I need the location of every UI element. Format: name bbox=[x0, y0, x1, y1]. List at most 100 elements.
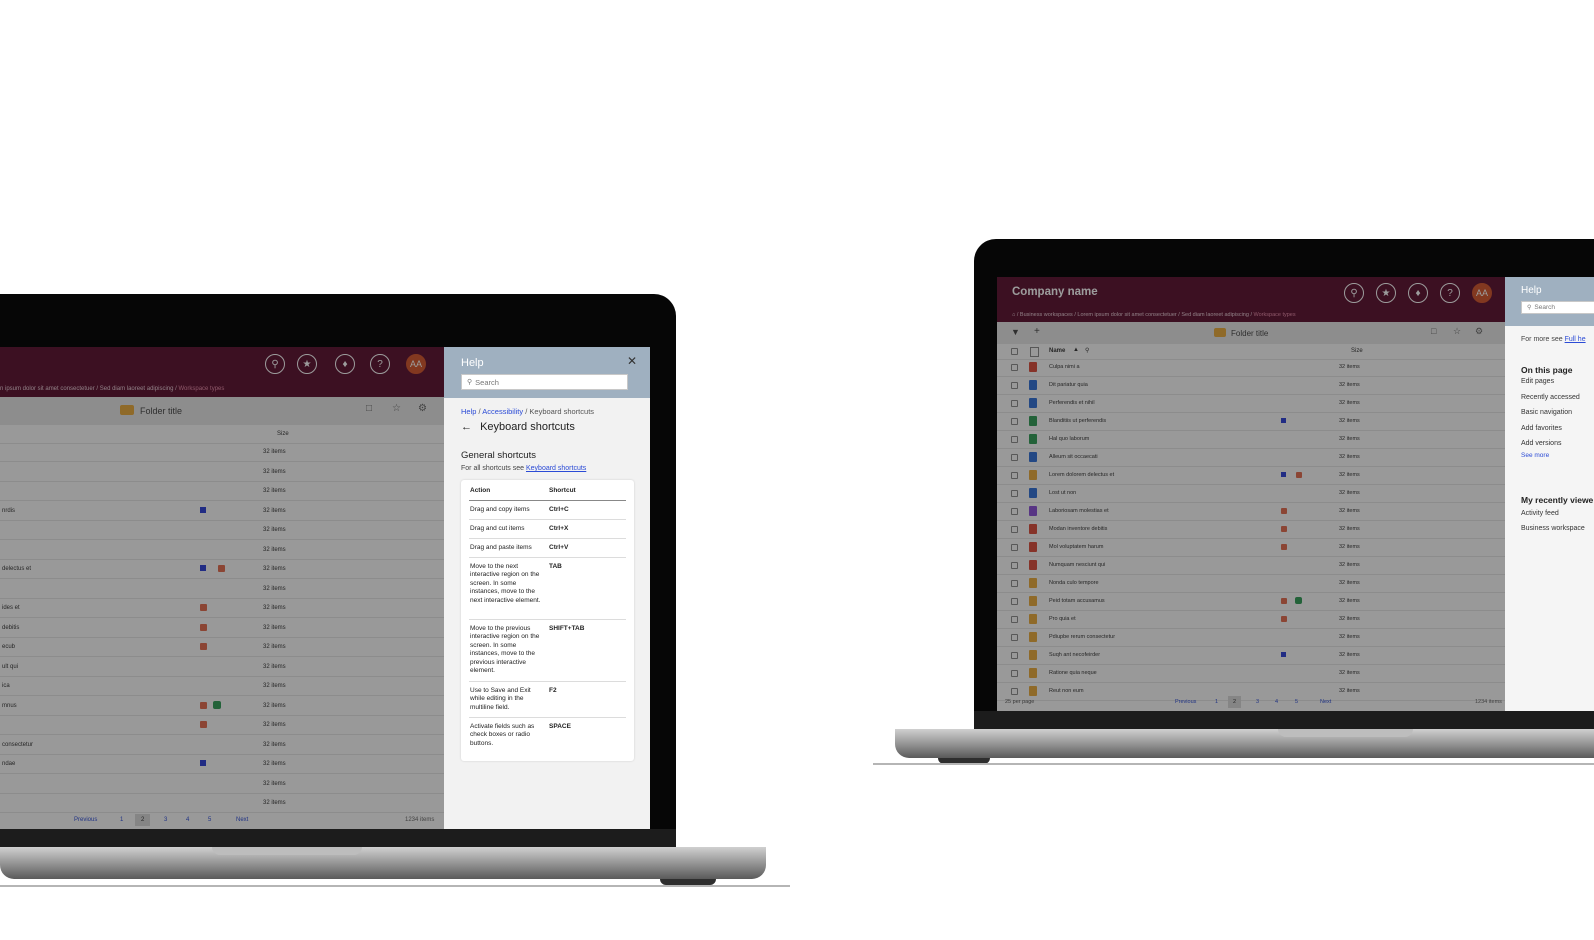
row-name[interactable]: mnus bbox=[2, 703, 17, 709]
row-name[interactable]: Nonda culo tempore bbox=[1049, 580, 1099, 586]
recently-viewed-item[interactable]: Business workspace bbox=[1521, 525, 1585, 532]
pagination-page[interactable]: 3 bbox=[1256, 699, 1259, 705]
row-name[interactable]: Hal quo laborum bbox=[1049, 436, 1089, 442]
favorites-star-icon[interactable]: ★ bbox=[297, 354, 317, 374]
pagination-page[interactable]: 5 bbox=[208, 817, 211, 823]
row-name[interactable]: Alleum sit occaecati bbox=[1049, 454, 1098, 460]
close-icon[interactable]: ✕ bbox=[627, 354, 637, 368]
row-name[interactable]: Mol voluptatem harum bbox=[1049, 544, 1103, 550]
row-name[interactable]: Reut non eum bbox=[1049, 688, 1084, 694]
search-icon[interactable]: ⚲ bbox=[1085, 347, 1089, 354]
pagination-page[interactable]: 4 bbox=[1275, 699, 1278, 705]
comment-icon[interactable]: □ bbox=[366, 403, 372, 414]
add-icon[interactable]: + bbox=[1034, 326, 1040, 337]
star-icon[interactable]: ☆ bbox=[1453, 326, 1461, 337]
breadcrumb-item[interactable]: Lorem ipsum dolor sit amet consectetuer bbox=[1077, 312, 1176, 318]
row-checkbox[interactable] bbox=[1011, 670, 1018, 677]
row-name[interactable]: Peid totam accusamus bbox=[1049, 598, 1105, 604]
folder-title[interactable]: Folder title bbox=[1231, 329, 1268, 338]
row-name[interactable]: Lorem dolorem delectus et bbox=[1049, 472, 1114, 478]
row-checkbox[interactable] bbox=[1011, 472, 1018, 479]
on-this-page-item[interactable]: Recently accessed bbox=[1521, 394, 1580, 401]
comment-icon[interactable]: □ bbox=[1431, 326, 1436, 336]
row-name[interactable]: Pdiupbe rerum consectetur bbox=[1049, 634, 1115, 640]
home-icon[interactable]: ⌂ bbox=[1012, 312, 1015, 318]
row-checkbox[interactable] bbox=[1011, 364, 1018, 371]
select-all-checkbox[interactable] bbox=[1011, 348, 1018, 355]
notification-bell-icon[interactable]: ♦ bbox=[1408, 283, 1428, 303]
row-checkbox[interactable] bbox=[1011, 418, 1018, 425]
help-icon[interactable]: ? bbox=[370, 354, 390, 374]
pagination-page[interactable]: 4 bbox=[186, 817, 189, 823]
row-checkbox[interactable] bbox=[1011, 598, 1018, 605]
row-name[interactable]: debitis bbox=[2, 625, 19, 631]
breadcrumb-item[interactable]: Sed diam laoreet adipiscing bbox=[100, 386, 174, 392]
row-name[interactable]: delectus et bbox=[2, 566, 31, 572]
row-name[interactable]: ecub bbox=[2, 644, 15, 650]
search-icon[interactable]: ⚲ bbox=[265, 354, 285, 374]
keyboard-shortcuts-link[interactable]: Keyboard shortcuts bbox=[526, 465, 586, 472]
row-checkbox[interactable] bbox=[1011, 562, 1018, 569]
row-name[interactable]: Dit pariatur quia bbox=[1049, 382, 1088, 388]
row-checkbox[interactable] bbox=[1011, 400, 1018, 407]
row-checkbox[interactable] bbox=[1011, 490, 1018, 497]
breadcrumb-accessibility[interactable]: Accessibility bbox=[482, 407, 523, 416]
row-name[interactable]: Blanditiis ut perferendis bbox=[1049, 418, 1106, 424]
row-name[interactable]: Culpa nimi a bbox=[1049, 364, 1080, 370]
per-page[interactable]: 25 per page bbox=[1005, 699, 1034, 705]
row-name[interactable]: Modan inventore debitis bbox=[1049, 526, 1107, 532]
on-this-page-item[interactable]: Add versions bbox=[1521, 440, 1561, 447]
pagination-page[interactable]: 1 bbox=[120, 817, 123, 823]
pagination-page[interactable]: 3 bbox=[164, 817, 167, 823]
row-name[interactable]: Numquam nesciunt qui bbox=[1049, 562, 1105, 568]
pagination-page-current[interactable]: 2 bbox=[135, 814, 151, 826]
pagination-previous[interactable]: Previous bbox=[74, 817, 97, 823]
sort-icon[interactable]: ▲ bbox=[1073, 347, 1079, 353]
folder-title[interactable]: Folder title bbox=[140, 406, 182, 416]
favorites-star-icon[interactable]: ★ bbox=[1376, 283, 1396, 303]
pagination-previous[interactable]: Previous bbox=[1175, 699, 1196, 705]
row-name[interactable]: consectetur bbox=[2, 742, 33, 748]
row-checkbox[interactable] bbox=[1011, 634, 1018, 641]
row-name[interactable]: Suqh ant necofeirder bbox=[1049, 652, 1100, 658]
avatar[interactable]: AA bbox=[1472, 283, 1492, 303]
on-this-page-item[interactable]: Basic navigation bbox=[1521, 409, 1572, 416]
row-name[interactable]: Ratione quia neque bbox=[1049, 670, 1097, 676]
help-icon[interactable]: ? bbox=[1440, 283, 1460, 303]
row-checkbox[interactable] bbox=[1011, 544, 1018, 551]
row-name[interactable]: Perferendis et nihil bbox=[1049, 400, 1095, 406]
row-checkbox[interactable] bbox=[1011, 616, 1018, 623]
back-arrow-icon[interactable]: ← bbox=[461, 421, 472, 433]
row-checkbox[interactable] bbox=[1011, 508, 1018, 515]
notification-bell-icon[interactable]: ♦ bbox=[335, 354, 355, 374]
breadcrumb-help[interactable]: Help bbox=[461, 407, 476, 416]
row-name[interactable]: Laboriosam molestias et bbox=[1049, 508, 1109, 514]
avatar[interactable]: AA bbox=[406, 354, 426, 374]
on-this-page-item[interactable]: Edit pages bbox=[1521, 378, 1554, 385]
row-name[interactable]: Lost ut non bbox=[1049, 490, 1076, 496]
pagination-page[interactable]: 1 bbox=[1215, 699, 1218, 705]
row-checkbox[interactable] bbox=[1011, 454, 1018, 461]
recently-viewed-item[interactable]: Activity feed bbox=[1521, 510, 1559, 517]
on-this-page-item[interactable]: Add favorites bbox=[1521, 425, 1562, 432]
help-search-input[interactable]: ⚲ Search bbox=[1521, 301, 1594, 314]
settings-gear-icon[interactable]: ⚙ bbox=[418, 403, 427, 414]
row-name[interactable]: ica bbox=[2, 683, 10, 689]
row-name[interactable]: Pro quia et bbox=[1049, 616, 1076, 622]
star-icon[interactable]: ☆ bbox=[392, 403, 401, 414]
breadcrumb-item[interactable]: Business workspaces bbox=[1020, 312, 1073, 318]
row-name[interactable]: nrdis bbox=[2, 508, 15, 514]
row-name[interactable]: ult qui bbox=[2, 664, 18, 670]
full-help-link[interactable]: Full he bbox=[1565, 336, 1586, 343]
row-checkbox[interactable] bbox=[1011, 652, 1018, 659]
row-checkbox[interactable] bbox=[1011, 526, 1018, 533]
pagination-next[interactable]: Next bbox=[1320, 699, 1331, 705]
filter-icon[interactable]: ▼ bbox=[1011, 327, 1020, 337]
pagination-page-current[interactable]: 2 bbox=[1228, 696, 1242, 708]
row-checkbox[interactable] bbox=[1011, 688, 1018, 695]
settings-gear-icon[interactable]: ⚙ bbox=[1475, 326, 1483, 337]
row-checkbox[interactable] bbox=[1011, 580, 1018, 587]
column-size[interactable]: Size bbox=[277, 431, 289, 437]
row-name[interactable]: ndae bbox=[2, 761, 15, 767]
row-name[interactable]: ides et bbox=[2, 605, 20, 611]
